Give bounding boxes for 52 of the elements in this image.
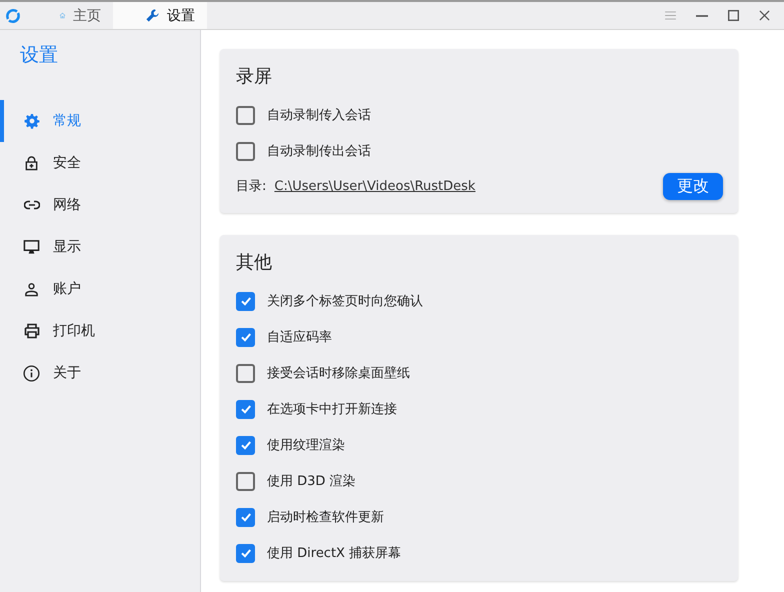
checkbox[interactable] <box>236 364 255 382</box>
checkmark-icon <box>240 439 252 451</box>
option-label: 在选项卡中打开新连接 <box>267 401 397 418</box>
checkbox[interactable] <box>236 472 255 490</box>
section-title: 录屏 <box>236 65 273 89</box>
checkmark-icon <box>240 547 252 559</box>
sidebar-item[interactable]: 关于 <box>0 352 200 394</box>
checkmark-icon <box>240 403 252 415</box>
close-icon[interactable] <box>759 10 770 21</box>
printer-icon <box>24 323 40 339</box>
checkmark-icon <box>240 331 252 343</box>
sidebar-item[interactable]: 账户 <box>0 268 200 310</box>
checkbox[interactable] <box>236 508 255 526</box>
checkbox[interactable] <box>236 544 255 562</box>
checkbox[interactable] <box>236 142 255 160</box>
option-label: 自适应码率 <box>267 329 332 346</box>
option-label: 使用 D3D 渲染 <box>267 473 356 490</box>
checkbox[interactable] <box>236 328 255 346</box>
app-logo-icon <box>5 8 21 24</box>
minimize-icon[interactable] <box>696 14 708 16</box>
sidebar-item[interactable]: 安全 <box>0 142 200 184</box>
option-label: 自动录制传入会话 <box>267 107 371 124</box>
directory-label: 目录: <box>236 178 266 195</box>
sidebar-title: 设置 <box>19 43 59 68</box>
link-icon <box>24 200 40 210</box>
checkbox[interactable] <box>236 436 255 454</box>
option-label: 自动录制传出会话 <box>267 143 371 160</box>
checkmark-icon <box>240 511 252 523</box>
tab[interactable]: 主页 <box>27 2 113 29</box>
option-label: 启动时检查软件更新 <box>267 509 384 526</box>
option-label: 使用 DirectX 捕获屏幕 <box>267 545 402 562</box>
sidebar-item[interactable]: 打印机 <box>0 310 200 352</box>
change-button[interactable]: 更改 <box>663 172 723 200</box>
directory-link[interactable]: C:\Users\User\Videos\RustDesk <box>274 178 476 194</box>
monitor-icon <box>23 239 40 255</box>
checkbox[interactable] <box>236 400 255 418</box>
lock-icon <box>24 155 39 171</box>
option-label: 接受会话时移除桌面壁纸 <box>267 365 410 382</box>
option-label: 使用纹理渲染 <box>267 437 345 454</box>
sidebar-item[interactable]: 网络 <box>0 184 200 226</box>
maximize-icon[interactable] <box>728 10 739 21</box>
info-icon <box>23 364 40 382</box>
person-icon <box>24 282 39 296</box>
sidebar-item[interactable]: 显示 <box>0 226 200 268</box>
checkbox[interactable] <box>236 106 255 124</box>
gear-icon <box>24 113 40 129</box>
checkbox[interactable] <box>236 292 255 310</box>
checkmark-icon <box>240 295 252 307</box>
option-label: 关闭多个标签页时向您确认 <box>267 293 423 310</box>
section-title: 其他 <box>236 251 273 275</box>
wrench-icon <box>145 7 160 24</box>
tab[interactable]: 设置 <box>113 2 207 29</box>
